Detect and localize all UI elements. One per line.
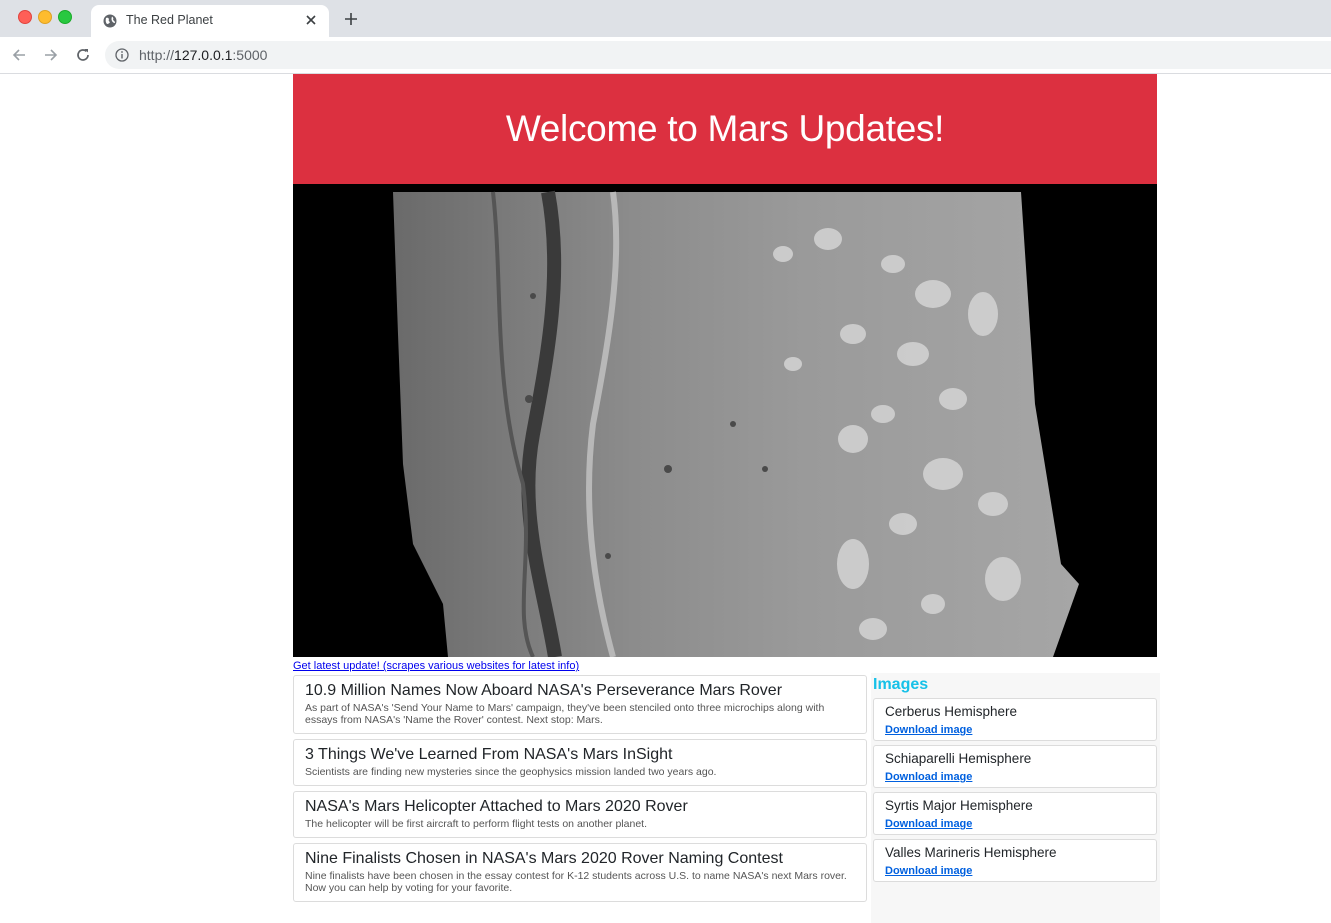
hemisphere-card: Cerberus Hemisphere Download image [873, 698, 1157, 741]
forward-arrow-icon[interactable] [40, 44, 62, 66]
images-panel: Images Cerberus Hemisphere Download imag… [871, 673, 1160, 923]
header-banner: Welcome to Mars Updates! [293, 74, 1157, 184]
tab-title: The Red Planet [126, 13, 213, 27]
news-title: NASA's Mars Helicopter Attached to Mars … [305, 798, 688, 815]
content-columns: 10.9 Million Names Now Aboard NASA's Per… [293, 673, 1160, 923]
news-item: 3 Things We've Learned From NASA's Mars … [293, 739, 867, 786]
hemisphere-name: Schiaparelli Hemisphere [885, 751, 1032, 766]
back-arrow-icon[interactable] [8, 44, 30, 66]
hemisphere-card: Valles Marineris Hemisphere Download ima… [873, 839, 1157, 882]
news-item: NASA's Mars Helicopter Attached to Mars … [293, 791, 867, 838]
maximize-window-button[interactable] [58, 10, 72, 24]
images-heading: Images [873, 676, 929, 693]
info-icon[interactable] [115, 48, 129, 62]
news-title: 10.9 Million Names Now Aboard NASA's Per… [305, 682, 783, 699]
close-tab-icon[interactable] [301, 10, 321, 30]
news-teaser: Scientists are finding new mysteries sin… [305, 766, 717, 778]
url-scheme: http:// [139, 47, 175, 63]
news-item: 10.9 Million Names Now Aboard NASA's Per… [293, 675, 867, 734]
featured-mars-image[interactable] [293, 184, 1157, 657]
hemisphere-card: Schiaparelli Hemisphere Download image [873, 745, 1157, 788]
download-image-link[interactable]: Download image [885, 724, 972, 737]
news-teaser: As part of NASA's 'Send Your Name to Mar… [305, 702, 825, 726]
news-title: 3 Things We've Learned From NASA's Mars … [305, 746, 673, 763]
page-container: Welcome to Mars Updates! Get latest upda… [293, 74, 1160, 923]
news-teaser: The helicopter will be first aircraft to… [305, 818, 647, 830]
news-teaser: Nine finalists have been chosen in the e… [305, 870, 847, 894]
address-bar[interactable]: http://127.0.0.1:5000 [105, 41, 1331, 69]
new-tab-icon[interactable] [340, 8, 362, 30]
browser-tab[interactable]: The Red Planet [91, 5, 329, 37]
scrape-update-link[interactable]: Get latest update! (scrapes various webs… [293, 659, 1157, 673]
download-image-link[interactable]: Download image [885, 818, 972, 831]
page-title: Welcome to Mars Updates! [505, 108, 945, 149]
hemisphere-name: Syrtis Major Hemisphere [885, 798, 1033, 813]
hemisphere-card: Syrtis Major Hemisphere Download image [873, 792, 1157, 835]
url-port: :5000 [232, 47, 268, 63]
news-list: 10.9 Million Names Now Aboard NASA's Per… [293, 675, 867, 907]
browser-toolbar: http://127.0.0.1:5000 [0, 37, 1331, 74]
hemisphere-name: Valles Marineris Hemisphere [885, 845, 1057, 860]
news-title: Nine Finalists Chosen in NASA's Mars 202… [305, 850, 783, 867]
reload-icon[interactable] [72, 44, 94, 66]
minimize-window-button[interactable] [38, 10, 52, 24]
browser-tab-bar: The Red Planet [0, 0, 1331, 37]
globe-icon [103, 14, 117, 28]
close-window-button[interactable] [18, 10, 32, 24]
download-image-link[interactable]: Download image [885, 865, 972, 878]
news-item: Nine Finalists Chosen in NASA's Mars 202… [293, 843, 867, 902]
hemisphere-name: Cerberus Hemisphere [885, 704, 1018, 719]
download-image-link[interactable]: Download image [885, 771, 972, 784]
url-text: http://127.0.0.1:5000 [139, 47, 267, 63]
url-host: 127.0.0.1 [174, 47, 233, 63]
